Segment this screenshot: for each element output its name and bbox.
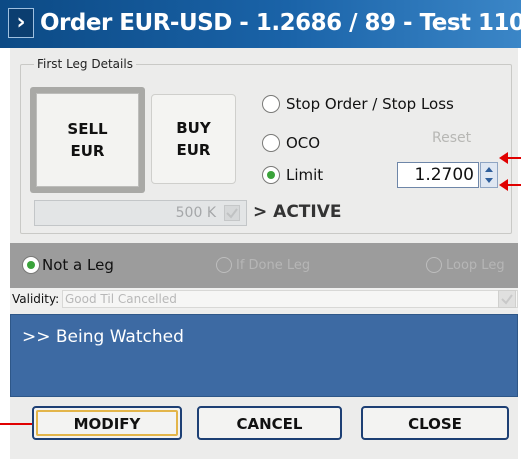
annotation-arrow-modify-line <box>0 423 36 425</box>
not-a-leg-radio[interactable] <box>22 256 40 274</box>
close-button-label: CLOSE <box>408 415 462 433</box>
window-title: Order EUR-USD - 1.2686 / 89 - Test 1109 <box>40 10 521 36</box>
chevron-right-icon: › <box>8 8 34 38</box>
validity-select[interactable]: Good Til Cancelled <box>62 290 518 308</box>
validity-dropdown-icon[interactable] <box>498 290 516 308</box>
stop-order-radio[interactable] <box>262 95 280 113</box>
limit-label: Limit <box>286 166 324 184</box>
status-message: >> Being Watched <box>22 327 184 347</box>
loop-leg-label: Loop Leg <box>446 258 505 273</box>
reset-link[interactable]: Reset <box>432 130 471 146</box>
buy-button-line1: BUY <box>176 119 211 137</box>
if-done-leg-radio[interactable] <box>216 257 232 273</box>
stop-order-label: Stop Order / Stop Loss <box>286 95 454 113</box>
sell-eur-button[interactable]: SELL EUR <box>36 93 139 187</box>
annotation-arrow-up-line <box>506 157 521 159</box>
modify-button-label: MODIFY <box>73 415 141 433</box>
quantity-check-icon <box>224 205 240 221</box>
spin-up-icon[interactable] <box>485 167 493 172</box>
annotation-arrow-down-icon <box>499 179 508 191</box>
sell-button-line1: SELL <box>67 120 108 138</box>
if-done-leg-label: If Done Leg <box>236 258 311 273</box>
oco-radio[interactable] <box>262 134 280 152</box>
active-status-label: > ACTIVE <box>253 202 342 222</box>
buy-button-line2: EUR <box>176 141 211 159</box>
oco-label: OCO <box>286 134 321 152</box>
price-spinner[interactable] <box>480 162 498 188</box>
loop-leg-radio[interactable] <box>426 257 442 273</box>
limit-radio[interactable] <box>262 166 280 184</box>
cancel-button-label: CANCEL <box>236 415 303 433</box>
annotation-arrow-down-line <box>506 184 521 186</box>
annotation-arrow-up-icon <box>499 152 508 164</box>
first-leg-group-label: First Leg Details <box>34 57 136 71</box>
close-button[interactable]: CLOSE <box>361 406 509 440</box>
spin-down-icon[interactable] <box>485 178 493 183</box>
quantity-field: 500 K <box>34 200 247 226</box>
buy-eur-button[interactable]: BUY EUR <box>151 94 236 184</box>
not-a-leg-label: Not a Leg <box>42 256 114 274</box>
sell-button-line2: EUR <box>70 142 105 160</box>
limit-price-input[interactable]: 1.2700 <box>397 162 479 188</box>
validity-label: Validity: <box>12 292 60 306</box>
cancel-button[interactable]: CANCEL <box>197 406 342 440</box>
modify-button[interactable]: MODIFY <box>32 406 182 440</box>
